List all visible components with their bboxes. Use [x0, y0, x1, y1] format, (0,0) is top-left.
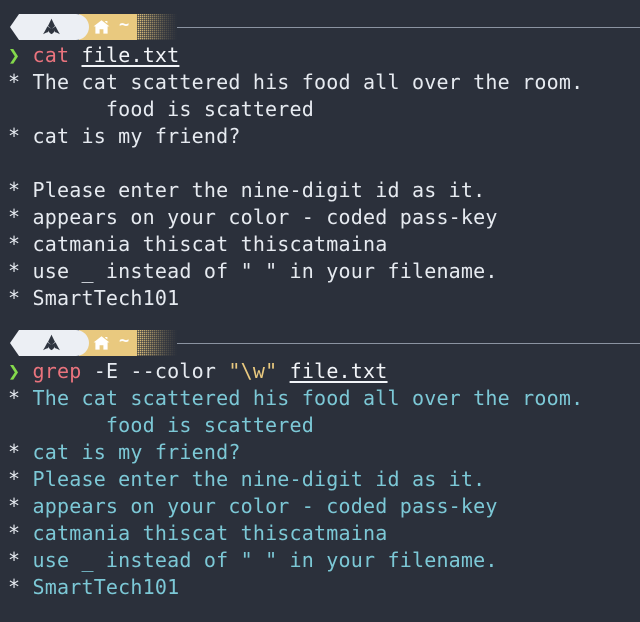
output-text: SmartTech101 — [20, 575, 180, 599]
output-text: appears on your color - coded pass-key — [20, 205, 498, 229]
arch-linux-icon — [42, 18, 60, 36]
output-bullet: * — [8, 178, 21, 202]
output-text: The cat scattered his food all over the … — [20, 386, 584, 410]
output-text: cat is my friend? — [20, 440, 241, 464]
output-text: appears on your color - coded pass-key — [20, 494, 498, 518]
output-bullet: * — [8, 70, 21, 94]
output-line: * SmartTech101 — [0, 574, 640, 601]
output-text: The cat scattered his food all over the … — [20, 70, 584, 94]
command-name-cat: cat — [32, 43, 70, 67]
output-text: Please enter the nine-digit id as it. — [20, 178, 486, 202]
output-bullet: * — [8, 575, 21, 599]
output-line: * The cat scattered his food all over th… — [0, 69, 640, 96]
command-line-grep[interactable]: ❯ grep -E --color "\w" file.txt — [0, 358, 640, 385]
badge-cat: ~ — [10, 14, 178, 40]
output-line: * appears on your color - coded pass-key — [0, 493, 640, 520]
output-bullet: * — [8, 548, 21, 572]
command-file-arg-grep[interactable]: file.txt — [290, 359, 388, 383]
output-line-blank — [0, 150, 640, 177]
output-bullet: * — [8, 494, 21, 518]
prompt-symbol-cat: ❯ — [8, 43, 21, 67]
output-line: * SmartTech101 — [0, 285, 640, 312]
output-bullet: * — [8, 386, 21, 410]
command-name-grep: grep — [32, 359, 82, 383]
prompt-badge-grep: ~ — [0, 328, 640, 358]
output-text: cat is my friend? — [20, 124, 241, 148]
command-file-arg-cat[interactable]: file.txt — [81, 43, 179, 67]
top-spacer — [0, 0, 640, 12]
output-text: use _ instead of " " in your filename. — [20, 259, 498, 283]
command-pattern-grep: "\w" — [228, 359, 278, 383]
arch-linux-icon — [42, 334, 60, 352]
badge-divider-rule-grep — [175, 343, 640, 344]
output-text: food is scattered — [8, 413, 315, 437]
output-bullet: * — [8, 440, 21, 464]
badge-path-label-grep: ~ — [119, 330, 130, 351]
badge-os-segment-cat — [19, 14, 89, 40]
output-bullet: * — [8, 286, 21, 310]
badge-os-segment-grep — [19, 330, 89, 356]
badge-fade-grep — [137, 330, 178, 356]
badge-grep: ~ — [10, 330, 178, 356]
output-text: use _ instead of " " in your filename. — [20, 548, 498, 572]
output-bullet: * — [8, 205, 21, 229]
command-line-cat[interactable]: ❯ cat file.txt — [0, 42, 640, 69]
output-line: * Please enter the nine-digit id as it. — [0, 466, 640, 493]
terminal-window[interactable]: ~ ❯ cat file.txt * The cat scattered his… — [0, 0, 640, 622]
output-text: SmartTech101 — [20, 286, 180, 310]
badge-divider-rule-cat — [175, 27, 640, 28]
output-line: * use _ instead of " " in your filename. — [0, 547, 640, 574]
output-line: * cat is my friend? — [0, 439, 640, 466]
output-text: catmania thiscat thiscatmaina — [20, 232, 388, 256]
output-text: catmania thiscat thiscatmaina — [20, 521, 388, 545]
prompt-badge-cat: ~ — [0, 12, 640, 42]
badge-left-arrow-icon — [10, 330, 19, 356]
output-bullet: * — [8, 124, 21, 148]
output-line: * cat is my friend? — [0, 123, 640, 150]
home-icon — [93, 335, 110, 351]
badge-left-arrow-icon — [10, 14, 19, 40]
output-line: * use _ instead of " " in your filename. — [0, 258, 640, 285]
output-line: food is scattered — [0, 96, 640, 123]
output-line: * Please enter the nine-digit id as it. — [0, 177, 640, 204]
output-bullet: * — [8, 467, 21, 491]
output-bullet: * — [8, 232, 21, 256]
output-line: * catmania thiscat thiscatmaina — [0, 520, 640, 547]
output-bullet: * — [8, 259, 21, 283]
command-flags-grep: -E --color — [81, 359, 229, 383]
badge-fade-cat — [137, 14, 178, 40]
output-line: food is scattered — [0, 412, 640, 439]
prompt-symbol-grep: ❯ — [8, 359, 21, 383]
output-bullet: * — [8, 521, 21, 545]
output-text: food is scattered — [8, 97, 315, 121]
home-icon — [93, 19, 110, 35]
output-line: * catmania thiscat thiscatmaina — [0, 231, 640, 258]
output-text: Please enter the nine-digit id as it. — [20, 467, 486, 491]
output-line: * appears on your color - coded pass-key — [0, 204, 640, 231]
block-gap-spacer — [0, 312, 640, 328]
output-line: * The cat scattered his food all over th… — [0, 385, 640, 412]
badge-path-label-cat: ~ — [119, 14, 130, 35]
